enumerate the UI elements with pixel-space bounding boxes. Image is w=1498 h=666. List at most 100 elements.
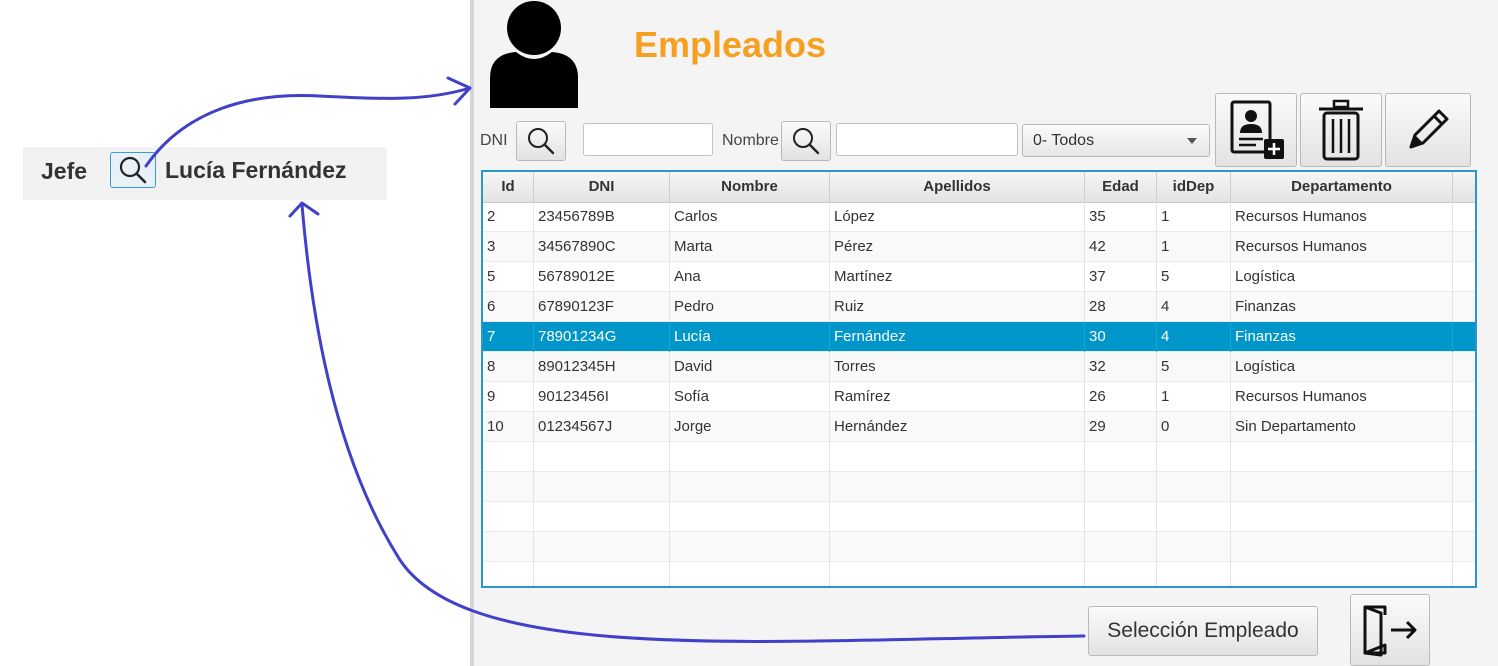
employees-table[interactable]: Id DNI Nombre Apellidos Edad idDep Departament… xyxy=(481,170,1477,588)
cell-edad xyxy=(1085,442,1157,472)
cell-id xyxy=(483,532,534,562)
cell-apellidos xyxy=(830,472,1085,502)
cell-departamento: Recursos Humanos xyxy=(1231,232,1453,262)
cell-edad: 32 xyxy=(1085,352,1157,382)
column-header-apellidos[interactable]: Apellidos xyxy=(830,172,1085,202)
table-row[interactable]: 2 23456789B Carlos López 35 1 Recursos Humanos xyxy=(483,202,1475,232)
column-header-iddep[interactable]: idDep xyxy=(1157,172,1231,202)
dni-search-button[interactable] xyxy=(516,121,566,161)
empty-table-row[interactable] xyxy=(483,472,1475,502)
cell-id: 5 xyxy=(483,262,534,292)
empty-table-row[interactable] xyxy=(483,532,1475,562)
search-icon xyxy=(793,128,820,155)
cell-dni: 01234567J xyxy=(534,412,670,442)
column-header-edad[interactable]: Edad xyxy=(1085,172,1157,202)
cell-departamento: Finanzas xyxy=(1231,292,1453,322)
column-header-nombre[interactable]: Nombre xyxy=(670,172,830,202)
cell-apellidos: Martínez xyxy=(830,262,1085,292)
cell-departamento xyxy=(1231,502,1453,532)
cell-edad: 37 xyxy=(1085,262,1157,292)
cell-id xyxy=(483,562,534,586)
cell-nombre xyxy=(670,472,830,502)
cell-nombre xyxy=(670,502,830,532)
cell-nombre: Pedro xyxy=(670,292,830,322)
cell-apellidos xyxy=(830,502,1085,532)
exit-button[interactable] xyxy=(1350,594,1430,666)
page-title: Empleados xyxy=(634,24,827,65)
nombre-search-button[interactable] xyxy=(781,121,831,161)
dni-label: DNI xyxy=(480,132,508,149)
pencil-icon xyxy=(1409,109,1449,149)
cell-apellidos: Ruiz xyxy=(830,292,1085,322)
cell-departamento xyxy=(1231,472,1453,502)
cell-dni: 56789012E xyxy=(534,262,670,292)
cell-apellidos: Ramírez xyxy=(830,382,1085,412)
search-icon xyxy=(119,156,147,184)
delete-button[interactable] xyxy=(1300,93,1382,167)
cell-dni: 89012345H xyxy=(534,352,670,382)
empty-table-row[interactable] xyxy=(483,442,1475,472)
table-row[interactable]: 5 56789012E Ana Martínez 37 5 Logística xyxy=(483,262,1475,292)
cell-nombre: Jorge xyxy=(670,412,830,442)
cell-apellidos: Fernández xyxy=(830,322,1085,352)
jefe-panel: Jefe Lucía Fernández xyxy=(23,147,387,200)
select-employee-button[interactable]: Selección Empleado xyxy=(1088,606,1318,656)
cell-id: 10 xyxy=(483,412,534,442)
cell-dni xyxy=(534,442,670,472)
column-header-departamento[interactable]: Departamento xyxy=(1231,172,1453,202)
cell-iddep: 1 xyxy=(1157,382,1231,412)
add-employee-button[interactable] xyxy=(1215,93,1297,167)
nombre-input[interactable] xyxy=(836,123,1018,156)
cell-apellidos: Hernández xyxy=(830,412,1085,442)
cell-filler xyxy=(1453,262,1475,292)
cell-filler xyxy=(1453,322,1475,352)
nombre-label: Nombre xyxy=(722,132,779,149)
cell-id: 3 xyxy=(483,232,534,262)
cell-apellidos xyxy=(830,562,1085,586)
cell-departamento: Finanzas xyxy=(1231,322,1453,352)
cell-nombre: Ana xyxy=(670,262,830,292)
cell-filler xyxy=(1453,382,1475,412)
cell-filler xyxy=(1453,562,1475,586)
table-row[interactable]: 7 78901234G Lucía Fernández 30 4 Finanzas xyxy=(483,322,1475,352)
cell-iddep xyxy=(1157,442,1231,472)
arrow-to-jefe-head xyxy=(288,201,320,218)
table-row[interactable]: 9 90123456I Sofía Ramírez 26 1 Recursos Humano… xyxy=(483,382,1475,412)
cell-apellidos: López xyxy=(830,202,1085,232)
cell-id: 8 xyxy=(483,352,534,382)
cell-iddep: 4 xyxy=(1157,322,1231,352)
empty-table-row[interactable] xyxy=(483,562,1475,586)
cell-departamento xyxy=(1231,442,1453,472)
cell-id: 6 xyxy=(483,292,534,322)
add-employee-icon xyxy=(1230,100,1284,159)
cell-dni xyxy=(534,532,670,562)
cell-iddep: 1 xyxy=(1157,202,1231,232)
cell-dni: 67890123F xyxy=(534,292,670,322)
cell-nombre xyxy=(670,532,830,562)
cell-nombre: Marta xyxy=(670,232,830,262)
column-header-id[interactable]: Id xyxy=(483,172,534,202)
cell-edad: 35 xyxy=(1085,202,1157,232)
cell-filler xyxy=(1453,472,1475,502)
cell-nombre: Sofía xyxy=(670,382,830,412)
table-row[interactable]: 8 89012345H David Torres 32 5 Logística xyxy=(483,352,1475,382)
user-avatar-icon xyxy=(490,1,578,108)
cell-departamento: Logística xyxy=(1231,352,1453,382)
edit-button[interactable] xyxy=(1385,93,1471,167)
dni-input[interactable] xyxy=(583,123,713,156)
table-row[interactable]: 6 67890123F Pedro Ruiz 28 4 Finanzas xyxy=(483,292,1475,322)
table-row[interactable]: 3 34567890C Marta Pérez 42 1 Recursos Humanos xyxy=(483,232,1475,262)
cell-filler xyxy=(1453,502,1475,532)
cell-edad xyxy=(1085,472,1157,502)
cell-filler xyxy=(1453,442,1475,472)
departamento-select[interactable]: 0- Todos xyxy=(1022,124,1210,157)
empty-table-row[interactable] xyxy=(483,502,1475,532)
cell-filler xyxy=(1453,292,1475,322)
jefe-label: Jefe xyxy=(41,158,88,184)
table-row[interactable]: 10 01234567J Jorge Hernández 29 0 Sin Departam… xyxy=(483,412,1475,442)
cell-nombre: Carlos xyxy=(670,202,830,232)
column-header-dni[interactable]: DNI xyxy=(534,172,670,202)
cell-iddep: 0 xyxy=(1157,412,1231,442)
jefe-search-button[interactable] xyxy=(110,152,156,188)
cell-dni: 90123456I xyxy=(534,382,670,412)
